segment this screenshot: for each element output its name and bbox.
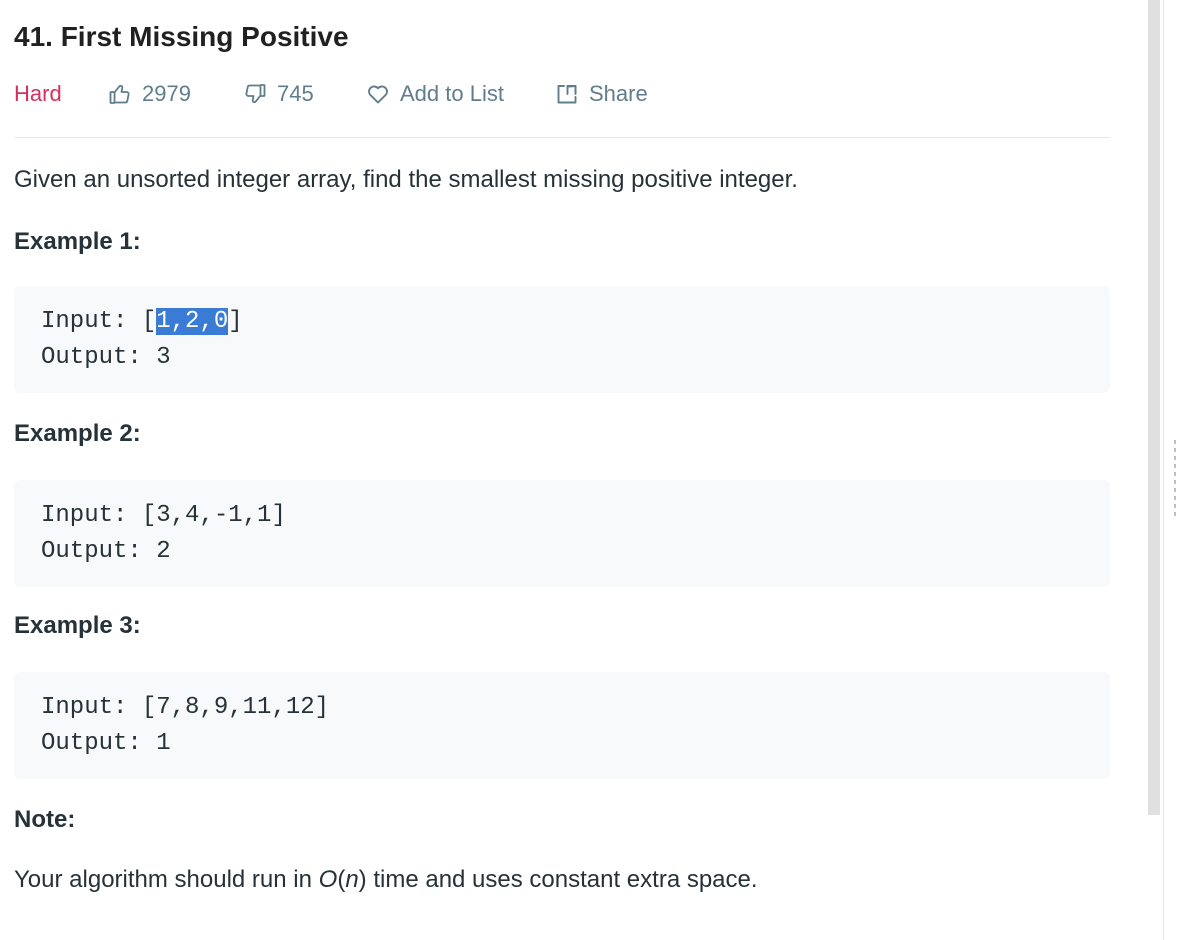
add-to-list-button[interactable]: Add to List: [366, 78, 504, 110]
heart-icon: [368, 85, 388, 104]
example-1-input-suffix: ]: [228, 308, 243, 335]
n-variable: n: [345, 866, 359, 893]
example-2-heading: Example 2:: [14, 420, 141, 447]
problem-meta-bar: Hard 2979 745 Add to List Share: [14, 78, 1110, 110]
like-count: 2979: [142, 81, 191, 106]
note-text: Your algorithm should run in O(n) time a…: [14, 864, 758, 896]
thumbs-up-icon: [109, 84, 130, 104]
example-2-output: Output: 2: [41, 538, 171, 565]
divider: [14, 137, 1110, 138]
problem-statement: Given an unsorted integer array, find th…: [14, 166, 798, 193]
like-button[interactable]: 2979: [108, 78, 191, 110]
add-to-list-label: Add to List: [400, 81, 504, 106]
selected-text: 1,2,0: [156, 308, 229, 335]
example-3-output: Output: 1: [41, 730, 171, 757]
thumbs-down-icon: [245, 84, 266, 104]
example-1-input: Input: [1,2,0]: [41, 304, 1110, 340]
example-2-input: Input: [3,4,-1,1]: [41, 502, 286, 529]
example-1-output: Output: 3: [41, 344, 171, 371]
resize-handle[interactable]: [1174, 440, 1176, 520]
example-1-code-block: Input: [1,2,0] Output: 3: [14, 286, 1110, 393]
vertical-scrollbar[interactable]: [1148, 0, 1160, 815]
share-button[interactable]: Share: [555, 78, 648, 110]
problem-title: 41. First Missing Positive: [14, 21, 349, 52]
big-o-symbol: O: [318, 866, 338, 893]
panel-divider: [1163, 0, 1164, 940]
example-1-input-prefix: Input: [: [41, 308, 157, 335]
example-1-heading: Example 1:: [14, 228, 141, 255]
example-3-code-block: Input: [7,8,9,11,12] Output: 1: [14, 672, 1110, 779]
note-text-before: Your algorithm should run in: [14, 866, 319, 893]
example-3-heading: Example 3:: [14, 612, 141, 639]
share-icon: [557, 85, 577, 104]
example-2-code-block: Input: [3,4,-1,1] Output: 2: [14, 480, 1110, 587]
share-label: Share: [589, 81, 648, 106]
note-heading: Note:: [14, 806, 76, 833]
note-text-after: ) time and uses constant extra space.: [358, 866, 758, 893]
example-3-input: Input: [7,8,9,11,12]: [41, 694, 330, 721]
dislike-button[interactable]: 745: [243, 78, 314, 110]
dislike-count: 745: [277, 81, 314, 106]
difficulty-badge: Hard: [14, 81, 62, 106]
